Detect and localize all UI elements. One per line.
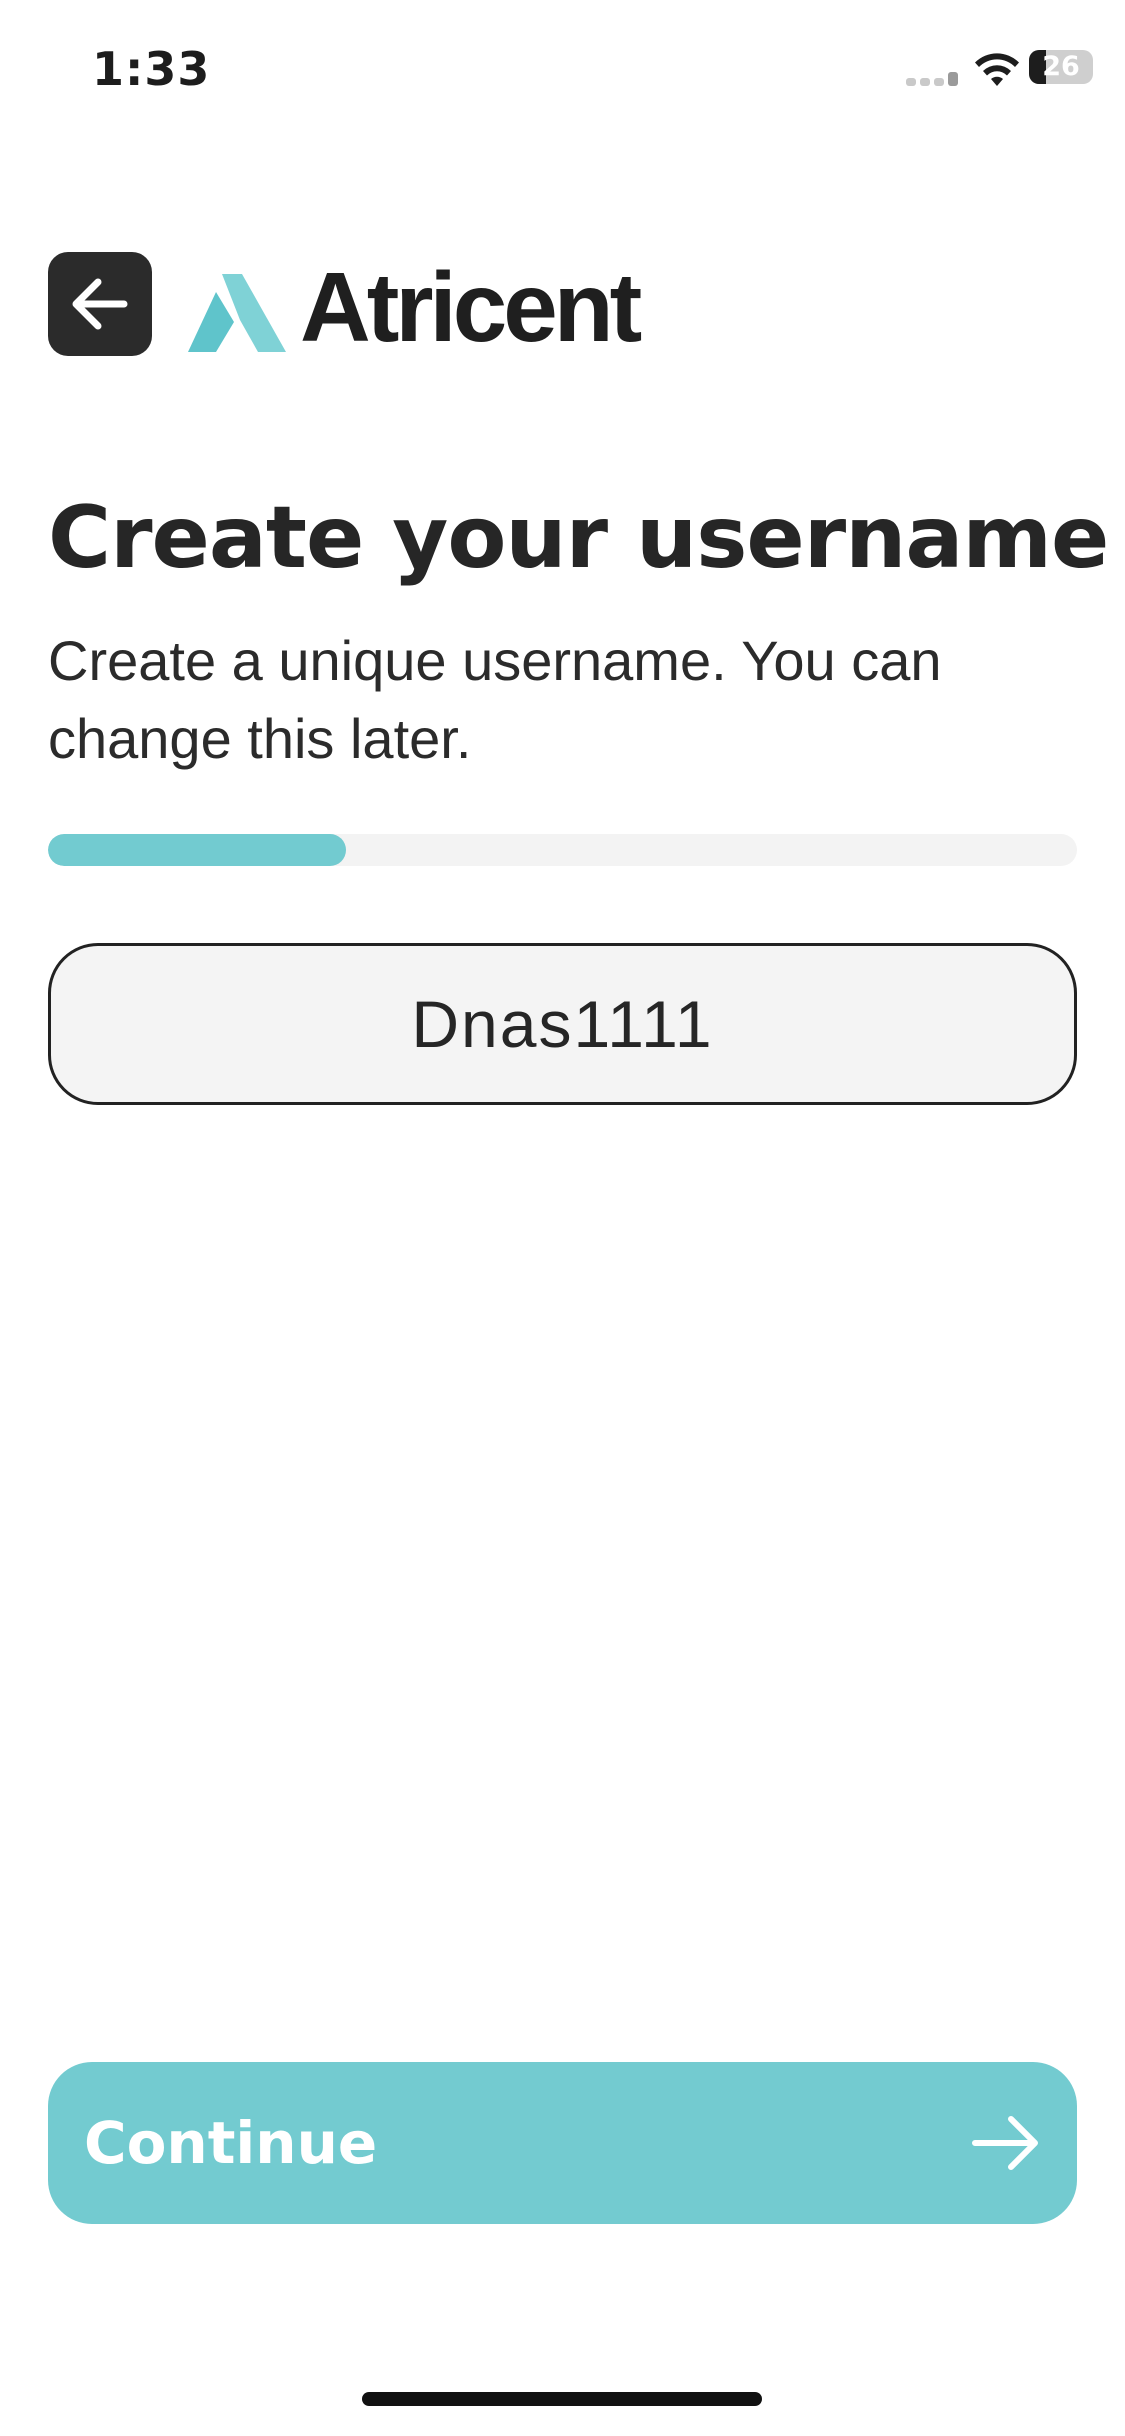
username-input[interactable]: [51, 946, 1074, 1102]
back-button[interactable]: [48, 252, 152, 356]
arrow-right-icon: [972, 2116, 1038, 2170]
status-bar: 1:33 26: [0, 0, 1125, 140]
continue-label: Continue: [84, 2109, 378, 2177]
page-subtitle: Create a unique username. You can change…: [48, 629, 942, 770]
wifi-icon: [975, 53, 1019, 86]
battery-level: 26: [1042, 51, 1080, 82]
battery-icon: 26: [1029, 50, 1093, 84]
brand-logo: Atricent: [188, 252, 688, 362]
continue-button[interactable]: Continue: [48, 2062, 1077, 2224]
page-title: Create your username: [48, 488, 1109, 588]
progress-bar: [48, 834, 1077, 866]
home-indicator: [362, 2392, 762, 2406]
progress-fill: [48, 834, 347, 866]
atricent-logo-mark-icon: [188, 274, 286, 352]
cellular-signal-icon: [906, 72, 962, 86]
status-time: 1:33: [92, 42, 211, 96]
brand-name: Atricent: [300, 252, 642, 362]
header: Atricent: [48, 252, 1048, 356]
username-field[interactable]: [48, 943, 1077, 1105]
arrow-left-icon: [72, 278, 128, 330]
